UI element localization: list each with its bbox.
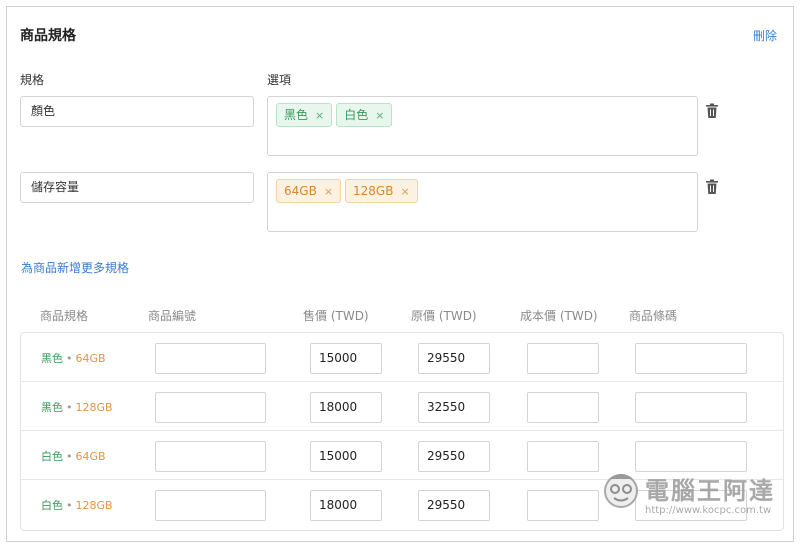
price-input[interactable]: 18000 xyxy=(310,490,382,521)
spec-name-input[interactable]: 儲存容量 xyxy=(20,172,254,203)
original-price-input[interactable]: 29550 xyxy=(418,441,490,472)
close-icon[interactable]: × xyxy=(315,109,324,122)
table-header: 商品條碼 xyxy=(629,309,678,323)
watermark-title: 電腦王阿達 xyxy=(645,477,775,505)
variant-storage: 64GB xyxy=(75,352,106,365)
trash-icon[interactable] xyxy=(705,179,719,195)
variant-separator: • xyxy=(66,499,73,512)
table-row: 黑色 • 64GB 15000 29550 xyxy=(21,333,783,382)
watermark-url: http://www.kocpc.com.tw xyxy=(645,505,772,516)
cost-price-input[interactable] xyxy=(527,392,599,423)
variant-separator: • xyxy=(66,450,73,463)
spec-name-input[interactable]: 顏色 xyxy=(20,96,254,127)
price-input[interactable]: 15000 xyxy=(310,441,382,472)
variant-storage: 128GB xyxy=(75,499,113,512)
cost-price-input[interactable] xyxy=(527,490,599,521)
variant-color: 黑色 xyxy=(41,352,63,365)
variant-color: 白色 xyxy=(41,499,63,512)
option-tag-label: 128GB xyxy=(353,184,394,198)
variant-separator: • xyxy=(66,352,73,365)
variant-separator: • xyxy=(66,401,73,414)
mascot-icon xyxy=(604,474,638,508)
option-tag-label: 白色 xyxy=(344,108,369,122)
table-header: 原價 (TWD) xyxy=(411,309,477,323)
original-price-input[interactable]: 29550 xyxy=(418,343,490,374)
site-watermark: 電腦王阿達 http://www.kocpc.com.tw xyxy=(601,465,791,525)
original-price-input[interactable]: 32550 xyxy=(418,392,490,423)
sku-input[interactable] xyxy=(155,441,266,472)
variant-label: 白色 • 128GB xyxy=(41,497,113,513)
barcode-input[interactable] xyxy=(635,343,747,374)
barcode-input[interactable] xyxy=(635,392,747,423)
variant-storage: 128GB xyxy=(75,401,113,414)
sku-input[interactable] xyxy=(155,343,266,374)
option-tag: 128GB × xyxy=(345,179,418,203)
table-header: 商品編號 xyxy=(148,309,197,323)
table-header: 售價 (TWD) xyxy=(303,309,369,323)
option-tag: 白色 × xyxy=(336,103,393,127)
cost-price-input[interactable] xyxy=(527,343,599,374)
table-header: 商品規格 xyxy=(40,309,89,323)
close-icon[interactable]: × xyxy=(400,185,409,198)
price-input[interactable]: 15000 xyxy=(310,343,382,374)
original-price-input[interactable]: 29550 xyxy=(418,490,490,521)
variant-storage: 64GB xyxy=(75,450,106,463)
variant-label: 黑色 • 128GB xyxy=(41,399,113,415)
sku-input[interactable] xyxy=(155,490,266,521)
cost-price-input[interactable] xyxy=(527,441,599,472)
variant-color: 白色 xyxy=(41,450,63,463)
add-more-specs-link[interactable]: 為商品新增更多規格 xyxy=(21,259,129,276)
price-input[interactable]: 18000 xyxy=(310,392,382,423)
section-title: 商品規格 xyxy=(20,28,76,44)
variant-label: 黑色 • 64GB xyxy=(41,350,106,366)
option-tag-label: 黑色 xyxy=(284,108,309,122)
close-icon[interactable]: × xyxy=(324,185,333,198)
table-row: 黑色 • 128GB 18000 32550 xyxy=(21,382,783,431)
spec-options-box[interactable]: 64GB × 128GB × xyxy=(267,172,698,232)
close-icon[interactable]: × xyxy=(375,109,384,122)
spec-column-label: 規格 xyxy=(20,73,45,87)
variant-label: 白色 • 64GB xyxy=(41,448,106,464)
spec-options-box[interactable]: 黑色 × 白色 × xyxy=(267,96,698,156)
sku-input[interactable] xyxy=(155,392,266,423)
option-tag: 黑色 × xyxy=(276,103,333,127)
trash-icon[interactable] xyxy=(705,103,719,119)
option-tag-label: 64GB xyxy=(284,184,317,198)
product-spec-panel: 商品規格 刪除 規格 選項 顏色 黑色 × 白色 × 儲存容量 64GB × 128GB ×… xyxy=(6,6,794,542)
option-tag: 64GB × xyxy=(276,179,342,203)
options-column-label: 選項 xyxy=(267,73,292,87)
delete-section-link[interactable]: 刪除 xyxy=(753,27,777,44)
table-header: 成本價 (TWD) xyxy=(520,309,598,323)
variant-color: 黑色 xyxy=(41,401,63,414)
